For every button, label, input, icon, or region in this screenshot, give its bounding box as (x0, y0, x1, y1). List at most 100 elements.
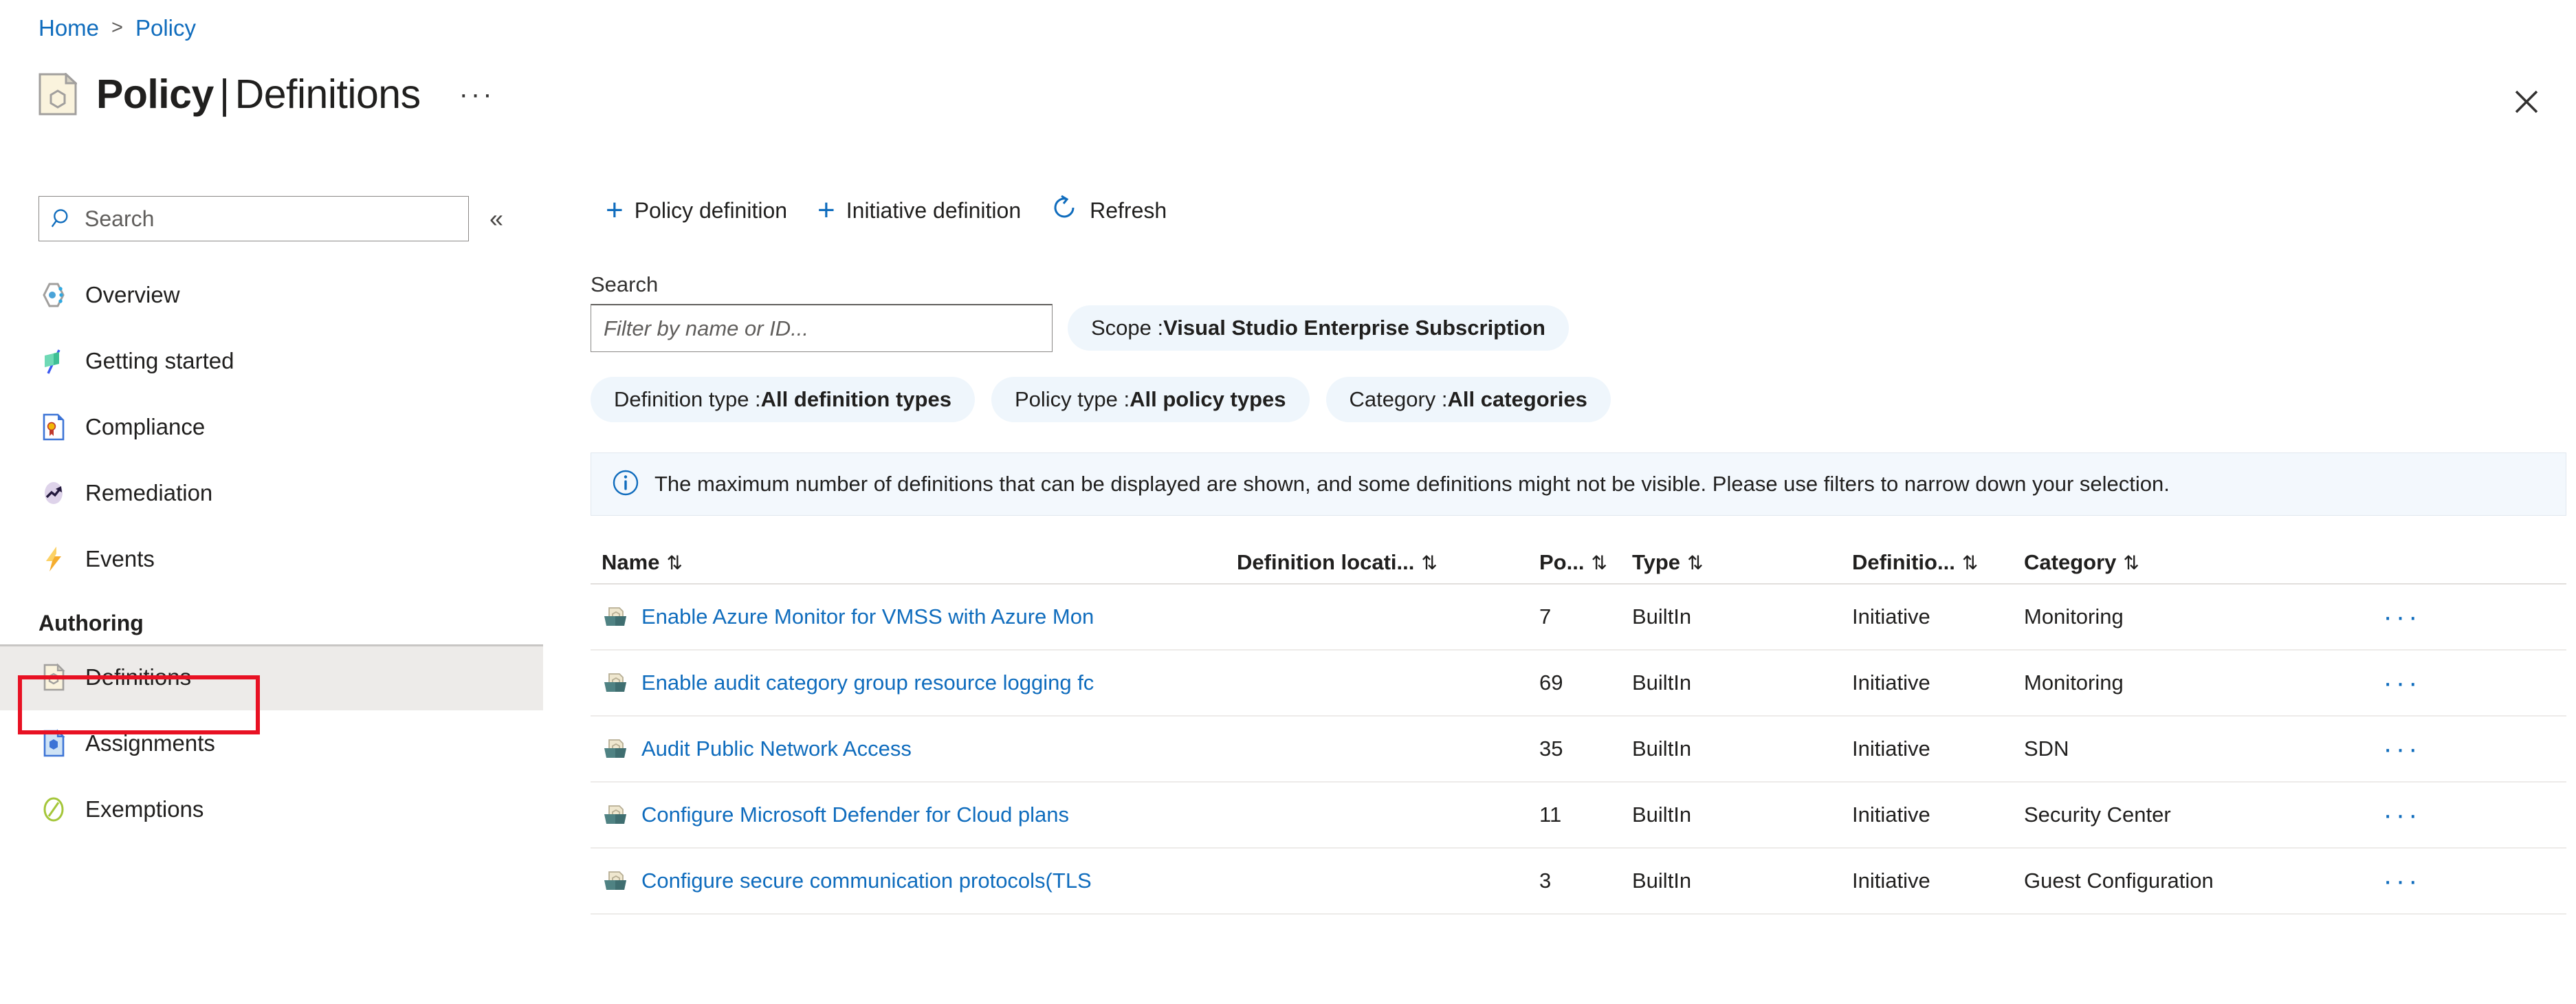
category-filter-value: All categories (1447, 387, 1587, 411)
table-row[interactable]: Configure Microsoft Defender for Cloud p… (591, 783, 2566, 849)
row-more-actions-button[interactable]: ··· (2384, 742, 2421, 756)
breadcrumb-separator-icon: > (111, 17, 123, 39)
column-header-definition-location-label: Definition locati... (1237, 550, 1415, 574)
search-input[interactable]: Filter by name or ID... (591, 304, 1053, 352)
cell-category: Monitoring (2024, 670, 2124, 695)
refresh-button[interactable]: Refresh (1036, 188, 1182, 232)
cell-policies: 7 (1539, 604, 1552, 629)
row-more-actions-button[interactable]: ··· (2384, 808, 2421, 822)
scope-filter-value: Visual Studio Enterprise Subscription (1163, 316, 1545, 340)
cell-policies: 69 (1539, 670, 1563, 695)
column-header-policies[interactable]: Po... ⇅ (1539, 550, 1632, 575)
table-row[interactable]: Enable Azure Monitor for VMSS with Azure… (591, 585, 2566, 651)
category-filter-label: Category : (1349, 387, 1448, 411)
cell-type: BuiltIn (1632, 604, 1692, 629)
filters-row-primary: Filter by name or ID... Scope : Visual S… (591, 304, 2576, 352)
cell-type: BuiltIn (1632, 803, 1692, 827)
sort-icon: ⇅ (1961, 552, 1979, 574)
column-header-category[interactable]: Category ⇅ (2024, 550, 2313, 575)
filters-row-secondary: Definition type : All definition types P… (591, 377, 2576, 422)
add-initiative-definition-button[interactable]: + Initiative definition (802, 193, 1036, 229)
cell-actions: ··· (2313, 808, 2491, 822)
policy-definition-icon (38, 72, 78, 116)
sidebar-item-overview[interactable]: Overview (0, 262, 543, 328)
sidebar-item-events[interactable]: Events (0, 526, 543, 592)
breadcrumb-policy[interactable]: Policy (135, 17, 196, 39)
sidebar-item-label: Compliance (85, 414, 206, 439)
initiative-icon (602, 801, 629, 829)
cell-category: Security Center (2024, 803, 2171, 827)
column-header-definition-type[interactable]: Definitio... ⇅ (1852, 550, 2024, 575)
sidebar-item-assignments[interactable]: Assignments (0, 710, 543, 776)
definition-name-link[interactable]: Audit Public Network Access (641, 736, 912, 761)
scope-filter-label: Scope : (1091, 316, 1164, 340)
more-options-button[interactable]: ··· (451, 80, 503, 108)
definition-type-filter-value: All definition types (760, 387, 951, 411)
lightning-bolt-icon (38, 544, 69, 574)
collapse-sidebar-button[interactable]: « (483, 202, 510, 235)
row-more-actions-button[interactable]: ··· (2384, 874, 2421, 888)
cell-name: Enable audit category group resource log… (591, 669, 1237, 697)
definition-type-filter-pill[interactable]: Definition type : All definition types (591, 377, 975, 422)
table-header-row: Name ⇅ Definition locati... ⇅ Po... ⇅ Ty… (591, 542, 2566, 585)
sidebar-item-getting-started[interactable]: Getting started (0, 328, 543, 394)
sidebar-item-label: Getting started (85, 348, 234, 373)
command-toolbar: + Policy definition + Initiative definit… (581, 186, 2576, 235)
definitions-icon (38, 662, 69, 692)
definition-name-link[interactable]: Enable Azure Monitor for VMSS with Azure… (641, 604, 1094, 629)
info-icon (612, 469, 639, 500)
cell-policies: 3 (1539, 869, 1552, 893)
table-row[interactable]: Configure secure communication protocols… (591, 849, 2566, 915)
row-more-actions-button[interactable]: ··· (2384, 676, 2421, 690)
column-header-name[interactable]: Name ⇅ (591, 550, 1237, 575)
sidebar: Search « Overview Getting started Compli… (0, 196, 543, 1004)
policy-type-filter-label: Policy type : (1014, 387, 1130, 411)
cell-actions: ··· (2313, 874, 2491, 888)
main-content: + Policy definition + Initiative definit… (581, 186, 2576, 1004)
page-title: Policy | Definitions (96, 71, 421, 118)
sidebar-item-label: Events (85, 546, 155, 571)
cell-name: Enable Azure Monitor for VMSS with Azure… (591, 603, 1237, 631)
row-more-actions-button[interactable]: ··· (2384, 610, 2421, 624)
add-policy-definition-label: Policy definition (634, 197, 788, 223)
column-header-policies-label: Po... (1539, 550, 1585, 574)
policy-type-filter-pill[interactable]: Policy type : All policy types (991, 377, 1310, 422)
cell-policies: 11 (1539, 803, 1562, 827)
close-button[interactable] (2506, 81, 2547, 122)
table-row[interactable]: Enable audit category group resource log… (591, 651, 2566, 717)
add-initiative-definition-label: Initiative definition (846, 197, 1022, 223)
definition-name-link[interactable]: Configure secure communication protocols… (641, 869, 1092, 893)
cell-definition-type: Initiative (1852, 670, 1930, 695)
scope-filter-pill[interactable]: Scope : Visual Studio Enterprise Subscri… (1068, 305, 1569, 351)
sidebar-item-compliance[interactable]: Compliance (0, 394, 543, 460)
remediation-trend-icon (38, 478, 69, 508)
plus-icon: + (606, 193, 624, 227)
flag-icon (38, 346, 69, 376)
sidebar-item-definitions[interactable]: Definitions (0, 644, 543, 710)
column-header-type[interactable]: Type ⇅ (1632, 550, 1852, 575)
sidebar-item-exemptions[interactable]: Exemptions (0, 776, 543, 842)
cell-category: Monitoring (2024, 604, 2124, 629)
sort-icon: ⇅ (1591, 552, 1607, 574)
cell-actions: ··· (2313, 676, 2491, 690)
page-title-main: Policy (96, 72, 214, 117)
page-title-sub: Definitions (234, 72, 421, 117)
category-filter-pill[interactable]: Category : All categories (1325, 377, 1611, 422)
sidebar-search-input[interactable]: Search (38, 196, 469, 241)
sidebar-search-row: Search « (38, 196, 510, 241)
definition-name-link[interactable]: Configure Microsoft Defender for Cloud p… (641, 803, 1069, 827)
cell-category: SDN (2024, 736, 2069, 761)
definition-name-link[interactable]: Enable audit category group resource log… (641, 670, 1094, 695)
sidebar-search-placeholder: Search (85, 206, 155, 231)
sidebar-item-remediation[interactable]: Remediation (0, 460, 543, 526)
add-policy-definition-button[interactable]: + Policy definition (591, 193, 802, 229)
breadcrumb-home[interactable]: Home (38, 17, 99, 39)
table-row[interactable]: Audit Public Network Access 35 BuiltIn I… (591, 717, 2566, 783)
cell-name: Audit Public Network Access (591, 735, 1237, 763)
page-title-separator: | (219, 72, 230, 117)
exemptions-icon (38, 794, 69, 825)
initiative-icon (602, 603, 629, 631)
column-header-definition-type-label: Definitio... (1852, 550, 1955, 574)
column-header-definition-location[interactable]: Definition locati... ⇅ (1237, 550, 1539, 575)
cell-type: BuiltIn (1632, 869, 1692, 893)
